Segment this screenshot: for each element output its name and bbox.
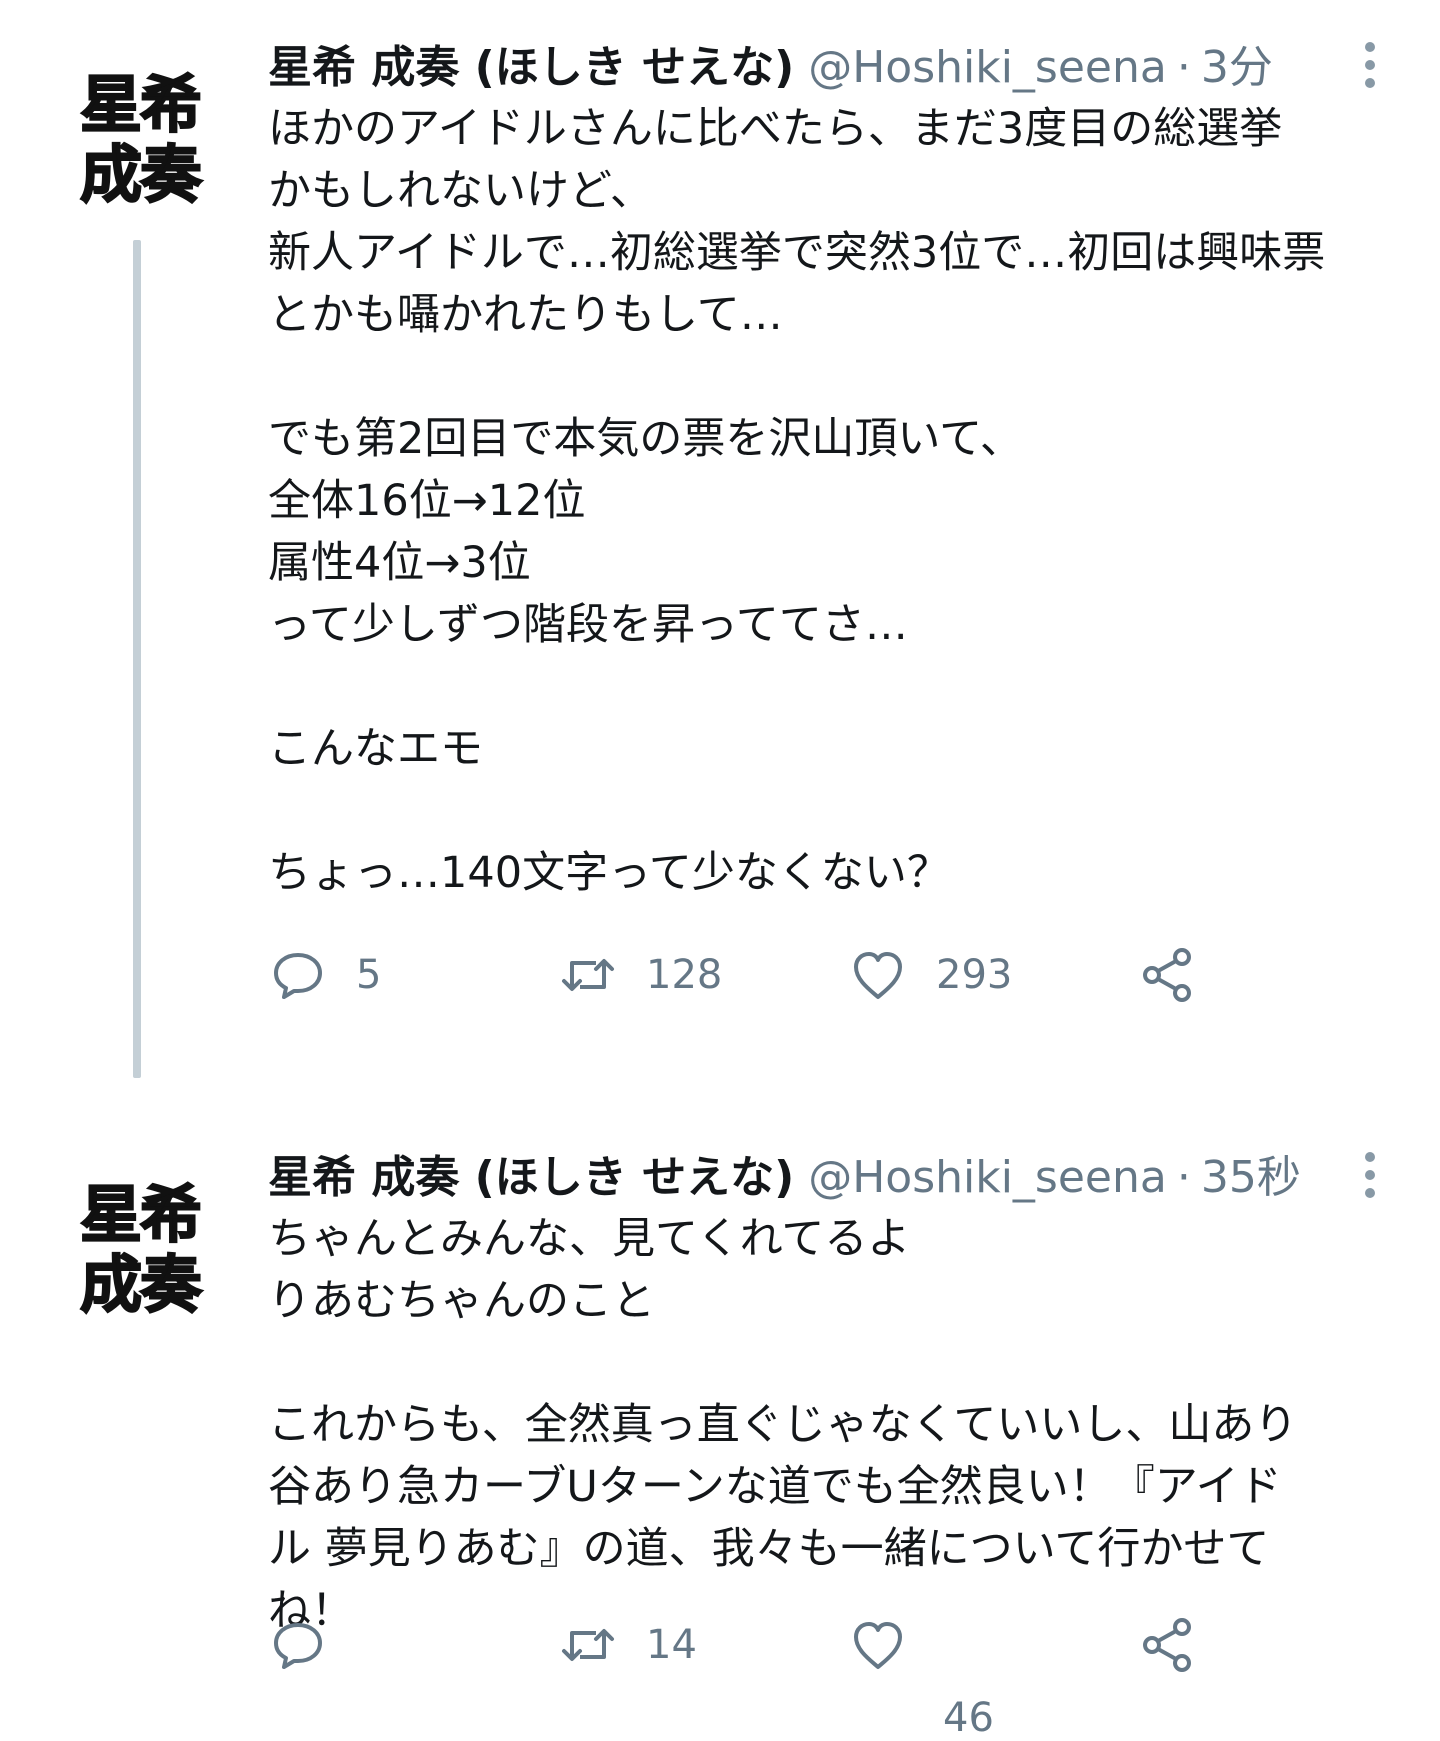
tweet-actions: 14 46 <box>268 1605 1368 1741</box>
like-count: 293 <box>936 952 1013 998</box>
avatar[interactable]: 星希 成奏 <box>70 1178 210 1321</box>
reply-button[interactable]: 5 <box>268 935 381 1015</box>
tweet-text-line <box>268 346 1418 408</box>
tweet-header: 星希 成奏 (ほしき せえな) @Hoshiki_seena · 3分 <box>268 38 1273 98</box>
vertical-ellipsis-icon <box>1365 42 1375 52</box>
tweet-text: ちゃんとみんな、見てくれてるよ りあむちゃんのこと これからも、全然真っ直ぐじゃ… <box>268 1208 1418 1642</box>
tweet-text-line <box>268 1332 1418 1394</box>
retweet-count: 128 <box>646 952 723 998</box>
timeline: 星希 成奏 星希 成奏 (ほしき せえな) @Hoshiki_seena · 3… <box>0 0 1440 1741</box>
avatar[interactable]: 星希 成奏 <box>70 68 210 211</box>
tweet[interactable]: 星希 成奏 星希 成奏 (ほしき せえな) @Hoshiki_seena · 3… <box>0 1070 1440 1741</box>
speech-bubble-icon <box>274 953 322 999</box>
tweet-text: ほかのアイドルさんに比べたら、まだ3度目の総選挙 かもしれないけど、 新人アイド… <box>268 98 1418 904</box>
retweet-count: 14 <box>646 1622 697 1668</box>
separator-dot: · <box>1176 1152 1191 1203</box>
tweet-text-line: とかも囁かれたりもして… <box>268 290 783 340</box>
share-nodes-icon <box>1143 948 1191 1002</box>
heart-outline-icon <box>854 1622 902 1669</box>
display-name[interactable]: 星希 成奏 (ほしき せえな) <box>268 38 794 98</box>
display-name[interactable]: 星希 成奏 (ほしき せえな) <box>268 1148 794 1208</box>
thread-connector-line <box>133 240 141 1078</box>
tweet-text-line <box>268 780 1418 842</box>
user-handle[interactable]: @Hoshiki_seena <box>808 38 1167 98</box>
tweet-text-line: かもしれないけど、 <box>268 166 653 216</box>
tweet-text-line: って少しずつ階段を昇っててさ… <box>268 600 908 650</box>
tweet-text-line: りあむちゃんのこと <box>268 1276 655 1326</box>
retweet-button[interactable]: 128 <box>558 935 722 1015</box>
retweet-button[interactable]: 14 <box>558 1605 697 1685</box>
more-options-button[interactable] <box>1350 1145 1390 1205</box>
share-button[interactable] <box>1138 935 1198 1015</box>
share-nodes-icon <box>1143 1618 1191 1672</box>
tweet-text-line: これからも、全然真っ直ぐじゃなくていいし、山あり <box>268 1400 1298 1450</box>
tweet-text-line: 属性4位→3位 <box>268 538 531 588</box>
retweet-arrows-icon <box>562 959 614 991</box>
tweet-text-line: でも第2回目で本気の票を沢山頂いて、 <box>268 414 1023 464</box>
like-count: 46 <box>943 1695 994 1741</box>
reply-button[interactable] <box>268 1605 356 1685</box>
like-button[interactable]: 293 <box>848 935 1012 1015</box>
user-handle[interactable]: @Hoshiki_seena <box>808 1148 1167 1208</box>
timestamp[interactable]: 3分 <box>1201 38 1273 98</box>
retweet-arrows-icon <box>562 1629 614 1661</box>
heart-outline-icon <box>854 952 902 999</box>
more-options-button[interactable] <box>1350 35 1390 95</box>
share-button[interactable] <box>1138 1605 1198 1685</box>
tweet-text-line: 新人アイドルで…初総選挙で突然3位で…初回は興味票 <box>268 228 1326 278</box>
vertical-ellipsis-dot <box>1365 60 1375 70</box>
tweet-text-line: ちゃんとみんな、見てくれてるよ <box>268 1214 911 1264</box>
tweet-text-line: ル 夢見りあむ』の道、我々も一緒について行かせて <box>268 1524 1270 1574</box>
avatar-text-bottom: 成奏 <box>79 1248 203 1321</box>
vertical-ellipsis-dot <box>1365 78 1375 88</box>
timestamp[interactable]: 35秒 <box>1201 1148 1301 1208</box>
vertical-ellipsis-dot <box>1365 1170 1375 1180</box>
tweet-text-line: ちょっ…140文字って少なくない？ <box>268 848 950 898</box>
avatar-text-top: 星希 <box>79 1178 203 1251</box>
tweet-text-line: ほかのアイドルさんに比べたら、まだ3度目の総選挙 <box>268 104 1283 154</box>
vertical-ellipsis-icon <box>1365 1152 1375 1162</box>
like-button[interactable] <box>848 1605 908 1685</box>
separator-dot: · <box>1176 42 1191 93</box>
avatar-text-top: 星希 <box>79 68 203 141</box>
tweet-text-line: こんなエモ <box>268 724 483 774</box>
tweet-text-line <box>268 656 1418 718</box>
tweet-text-line: 全体16位→12位 <box>268 476 586 526</box>
tweet-actions: 5 128 293 <box>268 935 1368 1015</box>
tweet-text-line: 谷あり急カーブUターンな道でも全然良い！『アイド <box>268 1462 1282 1512</box>
tweet-header: 星希 成奏 (ほしき せえな) @Hoshiki_seena · 35秒 <box>268 1148 1301 1208</box>
avatar-text-bottom: 成奏 <box>79 138 203 211</box>
tweet[interactable]: 星希 成奏 星希 成奏 (ほしき せえな) @Hoshiki_seena · 3… <box>0 0 1440 1078</box>
reply-count: 5 <box>356 952 382 998</box>
vertical-ellipsis-dot <box>1365 1188 1375 1198</box>
speech-bubble-icon <box>274 1623 322 1669</box>
